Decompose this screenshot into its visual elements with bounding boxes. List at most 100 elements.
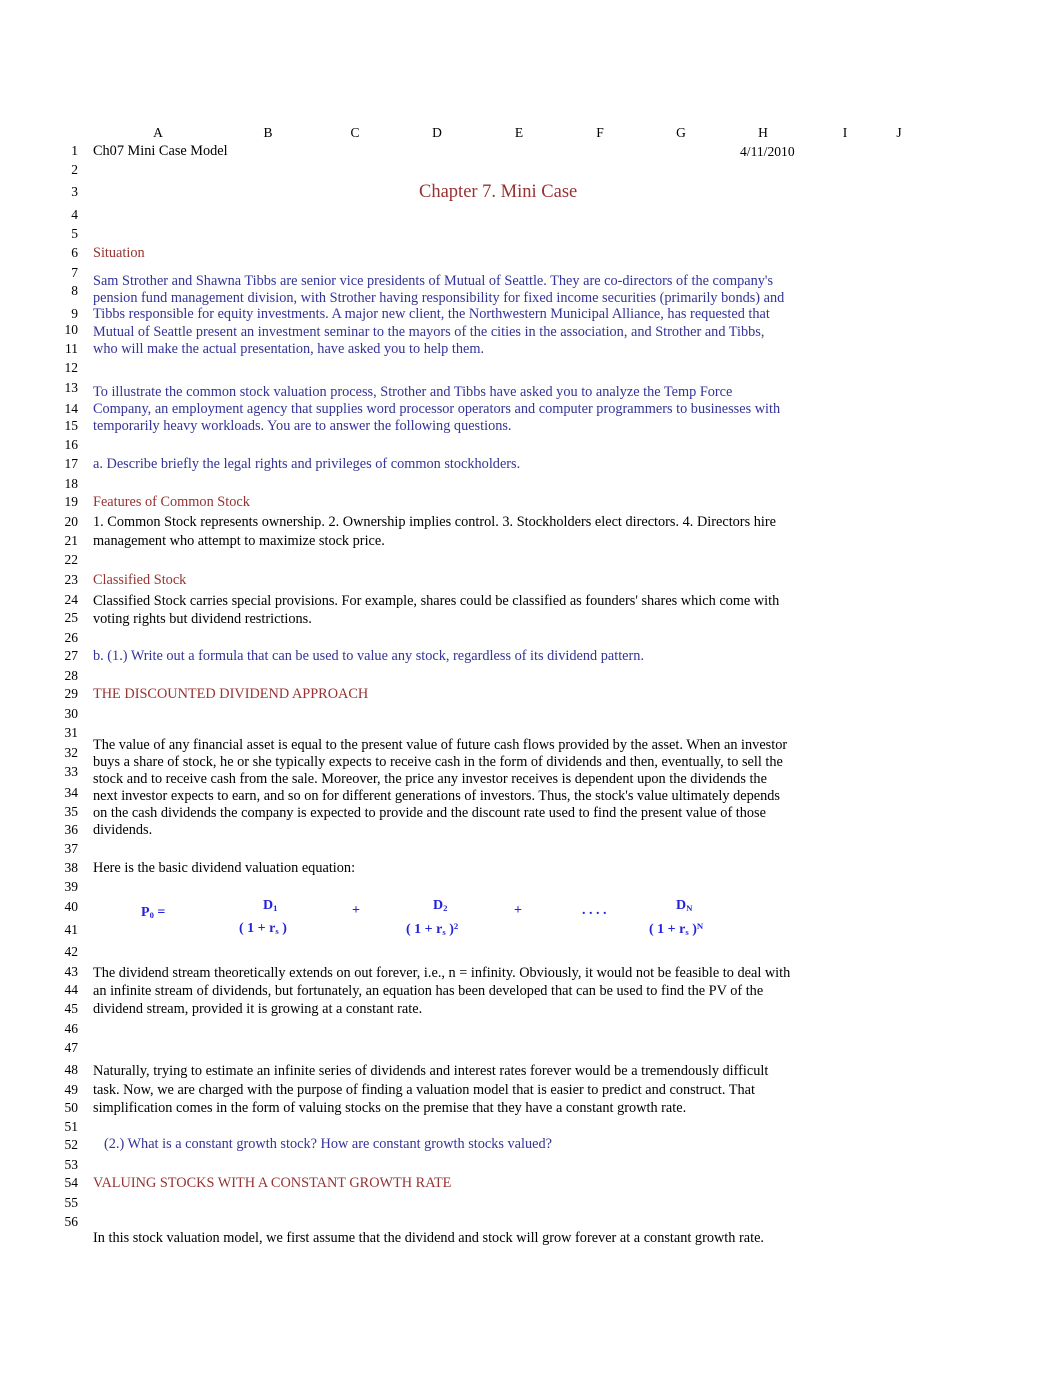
row-header-40[interactable]: 40	[48, 899, 79, 915]
row-header-3[interactable]: 3	[48, 184, 78, 200]
row-header-6[interactable]: 6	[48, 245, 78, 261]
row-header-56[interactable]: 56	[48, 1214, 79, 1230]
cell-a6-situation-header[interactable]: Situation	[93, 245, 145, 262]
row-header-35[interactable]: 35	[48, 804, 79, 820]
cell-a24-classified-line-1[interactable]: Classified Stock carries special provisi…	[93, 593, 779, 610]
cell-a29-dda-header[interactable]: THE DISCOUNTED DIVIDEND APPROACH	[93, 686, 368, 703]
cell-a14-temp-force-line-2[interactable]: Company, an employment agency that suppl…	[93, 401, 780, 418]
row-header-37[interactable]: 37	[48, 841, 79, 857]
row-header-7[interactable]: 7	[48, 265, 78, 281]
column-header-h[interactable]: H	[758, 124, 768, 142]
row-header-25[interactable]: 25	[48, 610, 79, 626]
cell-a1-model-title[interactable]: Ch07 Mini Case Model	[93, 143, 228, 160]
row-header-26[interactable]: 26	[48, 630, 79, 646]
row-header-54[interactable]: 54	[48, 1175, 79, 1191]
row-header-27[interactable]: 27	[48, 648, 79, 664]
row-header-14[interactable]: 14	[48, 401, 79, 417]
row-header-16[interactable]: 16	[48, 437, 79, 453]
row-header-42[interactable]: 42	[48, 944, 79, 960]
cell-a43-stream-line-1[interactable]: The dividend stream theoretically extend…	[93, 965, 790, 982]
row-header-21[interactable]: 21	[48, 533, 79, 549]
cell-a19-features-header[interactable]: Features of Common Stock	[93, 494, 250, 511]
column-header-j[interactable]: J	[896, 124, 901, 142]
row-header-47[interactable]: 47	[48, 1040, 79, 1056]
cell-a45-stream-line-3[interactable]: dividend stream, provided it is growing …	[93, 1001, 422, 1018]
cell-a10-situation-line-4[interactable]: Mutual of Seattle present an investment …	[93, 324, 764, 341]
column-header-i[interactable]: I	[843, 124, 848, 142]
row-header-31[interactable]: 31	[48, 725, 79, 741]
cell-a48-naturally-line-1[interactable]: Naturally, trying to estimate an infinit…	[93, 1063, 768, 1080]
row-header-43[interactable]: 43	[48, 964, 79, 980]
row-header-4[interactable]: 4	[48, 207, 78, 223]
cell-a54-valuing-header[interactable]: VALUING STOCKS WITH A CONSTANT GROWTH RA…	[93, 1175, 451, 1192]
cell-a17-question-a[interactable]: a. Describe briefly the legal rights and…	[93, 456, 520, 473]
row-header-33[interactable]: 33	[48, 764, 79, 780]
column-header-f[interactable]: F	[596, 124, 604, 142]
cell-a49-naturally-line-2[interactable]: task. Now, we are charged with the purpo…	[93, 1082, 755, 1099]
row-header-17[interactable]: 17	[48, 456, 79, 472]
row-header-41[interactable]: 41	[48, 922, 79, 938]
cell-a15-temp-force-line-3[interactable]: temporarily heavy workloads. You are to …	[93, 418, 512, 435]
cell-a21-features-line-2[interactable]: management who attempt to maximize stock…	[93, 533, 385, 550]
row-header-45[interactable]: 45	[48, 1001, 79, 1017]
row-header-34[interactable]: 34	[48, 785, 79, 801]
row-header-32[interactable]: 32	[48, 745, 79, 761]
row-header-22[interactable]: 22	[48, 552, 79, 568]
cell-a32-dda-line-1[interactable]: The value of any financial asset is equa…	[93, 737, 787, 754]
cell-a52-question-2[interactable]: (2.) What is a constant growth stock? Ho…	[104, 1136, 552, 1153]
row-header-53[interactable]: 53	[48, 1157, 79, 1173]
column-header-e[interactable]: E	[515, 124, 523, 142]
cell-a34-dda-line-3[interactable]: stock and to receive cash from the sale.…	[93, 771, 767, 788]
cell-a36-dda-line-6[interactable]: dividends.	[93, 822, 152, 839]
row-header-23[interactable]: 23	[48, 572, 79, 588]
row-header-13[interactable]: 13	[48, 380, 79, 396]
column-header-d[interactable]: D	[432, 124, 442, 142]
row-header-39[interactable]: 39	[48, 879, 79, 895]
row-header-29[interactable]: 29	[48, 686, 79, 702]
column-header-c[interactable]: C	[350, 124, 359, 142]
row-header-5[interactable]: 5	[48, 226, 78, 242]
cell-a38-equation-intro[interactable]: Here is the basic dividend valuation equ…	[93, 860, 355, 877]
cell-a9-situation-line-3[interactable]: Tibbs responsible for equity investments…	[93, 306, 770, 323]
column-header-a[interactable]: A	[153, 124, 163, 142]
row-header-44[interactable]: 44	[48, 982, 79, 998]
cell-a50-naturally-line-3[interactable]: simplification comes in the form of valu…	[93, 1100, 686, 1117]
row-header-12[interactable]: 12	[48, 360, 79, 376]
row-header-48[interactable]: 48	[48, 1062, 79, 1078]
column-header-g[interactable]: G	[676, 124, 686, 142]
cell-a44-stream-line-2[interactable]: an infinite stream of dividends, but for…	[93, 983, 763, 1000]
row-header-15[interactable]: 15	[48, 418, 79, 434]
row-header-55[interactable]: 55	[48, 1195, 79, 1211]
cell-a35-dda-line-4[interactable]: next investor expects to earn, and so on…	[93, 788, 780, 805]
row-header-19[interactable]: 19	[48, 494, 79, 510]
row-header-9[interactable]: 9	[48, 306, 78, 322]
row-header-38[interactable]: 38	[48, 860, 79, 876]
cell-a8-situation-line-1[interactable]: Sam Strother and Shawna Tibbs are senior…	[93, 273, 773, 290]
cell-a33-dda-line-2[interactable]: buys a share of stock, he or she typical…	[93, 754, 783, 771]
cell-a25-classified-line-2[interactable]: voting rights but dividend restrictions.	[93, 611, 312, 628]
cell-a20-features-line-1[interactable]: 1. Common Stock represents ownership. 2.…	[93, 514, 776, 531]
row-header-2[interactable]: 2	[48, 162, 78, 178]
cell-h1-date[interactable]: 4/11/2010	[740, 144, 795, 160]
row-header-36[interactable]: 36	[48, 822, 79, 838]
row-header-28[interactable]: 28	[48, 668, 79, 684]
row-header-50[interactable]: 50	[48, 1100, 79, 1116]
row-header-49[interactable]: 49	[48, 1082, 79, 1098]
cell-a13-temp-force-line-1[interactable]: To illustrate the common stock valuation…	[93, 384, 732, 401]
row-header-24[interactable]: 24	[48, 592, 79, 608]
row-header-8[interactable]: 8	[48, 283, 78, 299]
cell-a11-situation-line-5[interactable]: who will make the actual presentation, h…	[93, 341, 484, 358]
cell-a36-dda-line-5[interactable]: on the cash dividends the company is exp…	[93, 805, 766, 822]
row-header-30[interactable]: 30	[48, 706, 79, 722]
cell-d3-chapter-title[interactable]: Chapter 7. Mini Case	[419, 182, 577, 203]
column-header-b[interactable]: B	[263, 124, 272, 142]
row-header-46[interactable]: 46	[48, 1021, 79, 1037]
cell-a27-question-b[interactable]: b. (1.) Write out a formula that can be …	[93, 648, 644, 665]
row-header-20[interactable]: 20	[48, 514, 79, 530]
row-header-11[interactable]: 11	[48, 341, 78, 357]
row-header-18[interactable]: 18	[48, 476, 79, 492]
cell-a8-situation-line-2[interactable]: pension fund management division, with S…	[93, 290, 784, 307]
row-header-10[interactable]: 10	[48, 322, 79, 338]
row-header-52[interactable]: 52	[48, 1137, 79, 1153]
row-header-51[interactable]: 51	[48, 1119, 79, 1135]
